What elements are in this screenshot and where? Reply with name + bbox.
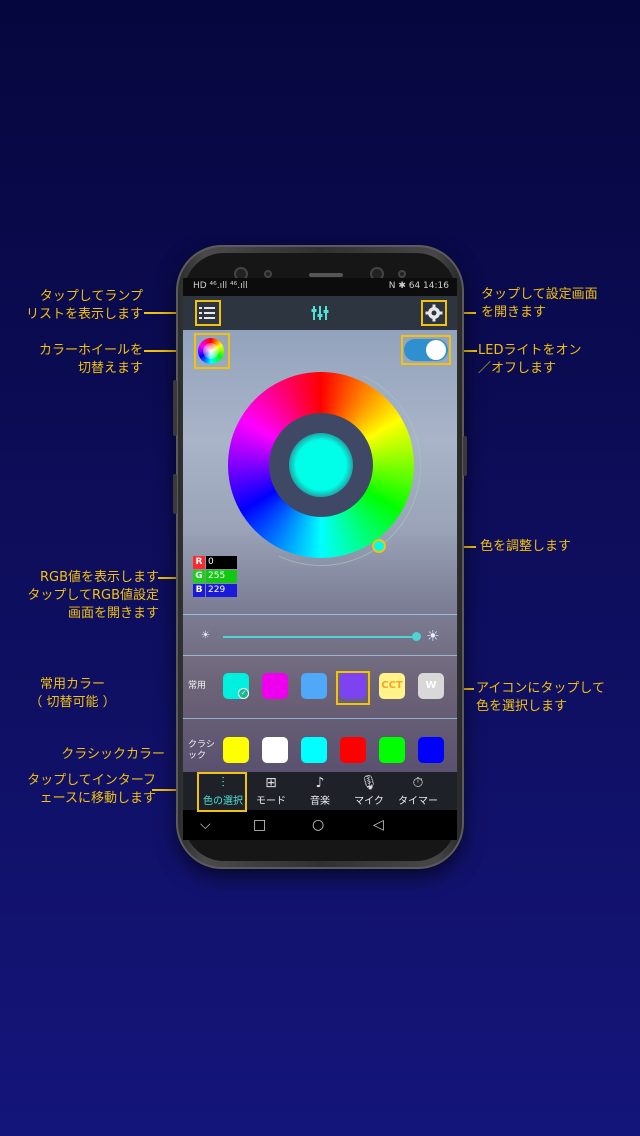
tab-mic[interactable]: 🎙 マイク (342, 772, 396, 810)
separator (183, 614, 457, 615)
separator (183, 655, 457, 656)
classic-swatch-4[interactable] (340, 737, 366, 763)
highlight-list-icon (195, 300, 221, 326)
volume-button (173, 380, 177, 436)
nav-home-icon[interactable]: ○ (312, 816, 324, 834)
mic-icon: 🎙 (360, 775, 378, 791)
system-nav-bar: ⌵ □ ○ ◁ (183, 810, 457, 840)
highlight-color-wheel-switch (194, 333, 230, 369)
highlight-gear-icon (421, 300, 447, 326)
highlight-selected-swatch (336, 671, 370, 705)
tab-label: モード (256, 796, 286, 807)
classic-swatch-5[interactable] (379, 737, 405, 763)
nav-back-icon[interactable]: ◁ (373, 816, 384, 834)
annotation-classic-colors: クラシックカラー (61, 747, 165, 762)
timer-icon: ⏱ (412, 775, 424, 791)
classic-swatch-2[interactable] (262, 737, 288, 763)
grid-icon: ⊞ (265, 775, 277, 791)
status-right: N ✱ 64 14:16 (388, 281, 449, 291)
tab-music[interactable]: ♪ 音楽 (293, 772, 347, 810)
tab-label: 音楽 (310, 796, 330, 807)
current-color-preview (289, 433, 353, 497)
common-swatch-3[interactable] (301, 673, 327, 699)
sensor (264, 270, 272, 278)
annotation-settings: タップして設定画面 を開きます (481, 287, 598, 320)
annotation-tab-move: タップしてインターフ ェースに移動します (27, 773, 156, 806)
tab-timer[interactable]: ⏱ タイマー (391, 772, 445, 810)
annotation-led-toggle: LEDライトをオン ／オフします (478, 343, 582, 376)
white-swatch[interactable]: W (418, 673, 444, 699)
r-value: 0 (206, 556, 237, 569)
r-label: R (193, 556, 205, 569)
music-icon: ♪ (315, 775, 325, 791)
annotation-adjust-color: 色を調整します (480, 539, 572, 554)
separator (183, 718, 457, 719)
equalizer-icon (311, 304, 329, 322)
earpiece (309, 273, 343, 277)
status-bar: HD ⁴⁶.ıll ⁴⁶.ıll N ✱ 64 14:16 (183, 278, 457, 296)
classic-swatch-3[interactable] (301, 737, 327, 763)
rgb-b-row: B 229 (193, 584, 237, 597)
tab-label: マイク (354, 796, 384, 807)
classic-swatch-1[interactable] (223, 737, 249, 763)
rgb-r-row: R 0 (193, 556, 237, 569)
front-sensor-2 (398, 270, 406, 278)
bixby-button (173, 474, 177, 514)
status-left: HD ⁴⁶.ıll ⁴⁶.ıll (193, 281, 248, 291)
sun-large-icon: ☀ (426, 627, 440, 645)
color-adjust-knob[interactable] (372, 539, 386, 553)
g-label: G (193, 570, 205, 583)
b-value: 229 (206, 584, 237, 597)
common-swatch-2[interactable] (262, 673, 288, 699)
nav-recents-icon[interactable]: □ (253, 816, 266, 834)
classic-row-label: クラシ ック (188, 740, 215, 761)
annotation-icon-select: アイコンにタップして 色を選択します (476, 681, 605, 714)
common-row-label: 常用 (188, 681, 207, 691)
annotation-color-wheel-switch: カラーホイールを 切替えます (38, 343, 143, 376)
tab-label: タイマー (398, 796, 438, 807)
cct-swatch[interactable]: CCT (379, 673, 405, 699)
b-label: B (193, 584, 205, 597)
highlight-led-toggle (401, 335, 451, 365)
sun-small-icon: ☀ (201, 630, 210, 641)
app-bar (183, 296, 457, 330)
annotation-rgb-value: RGB値を表示します タップしてRGB値設定 画面を開きます (27, 570, 159, 621)
classic-swatch-6[interactable] (418, 737, 444, 763)
brightness-slider[interactable] (223, 636, 417, 638)
brightness-slider-knob[interactable] (412, 632, 421, 641)
g-value: 255 (206, 570, 237, 583)
nav-down-icon[interactable]: ⌵ (200, 816, 211, 834)
highlight-color-tab (197, 772, 247, 812)
color-panel: R 0 G 255 B 229 ☀ ☀ 常用 ✓ CCT W クラシ ック (183, 330, 457, 772)
tab-mode[interactable]: ⊞ モード (244, 772, 298, 810)
annotation-lamp-list: タップしてランプ リストを表示します (25, 289, 143, 322)
annotation-common-colors: 常用カラー （ 切替可能 ） (29, 677, 116, 710)
power-button (463, 436, 467, 476)
selected-check-icon: ✓ (238, 688, 249, 699)
rgb-g-row: G 255 (193, 570, 237, 583)
